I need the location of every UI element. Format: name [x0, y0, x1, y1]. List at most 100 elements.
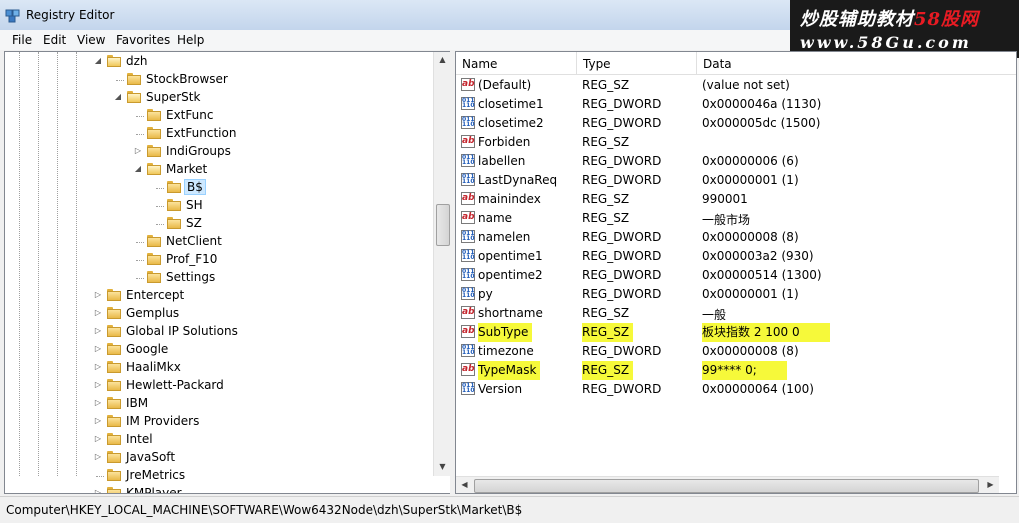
scroll-right-icon[interactable]: ▶	[982, 480, 999, 489]
tree-item[interactable]: JreMetrics	[5, 467, 430, 485]
expand-arrow-icon[interactable]: ▷	[93, 290, 103, 299]
value-name: (Default)	[478, 78, 532, 92]
scroll-thumb[interactable]	[436, 204, 450, 246]
values-horizontal-scrollbar[interactable]: ◀ ▶	[456, 476, 999, 493]
menu-file[interactable]: File	[12, 33, 32, 47]
scroll-left-icon[interactable]: ◀	[456, 480, 473, 489]
tree-item[interactable]: StockBrowser	[5, 71, 430, 89]
tree-item[interactable]: Settings	[5, 269, 430, 287]
folder-icon	[147, 127, 161, 139]
tree-item-label: JavaSoft	[126, 450, 176, 464]
menu-help[interactable]: Help	[177, 33, 204, 47]
value-name: namelen	[478, 230, 531, 244]
value-type: REG_SZ	[582, 78, 630, 92]
tree-connector	[156, 206, 164, 207]
tree-item[interactable]: ▷ Google	[5, 341, 430, 359]
tree-item[interactable]: ◢ Market	[5, 161, 430, 179]
tree-item[interactable]: ▷ Entercept	[5, 287, 430, 305]
tree-item-label: Global IP Solutions	[126, 324, 238, 338]
value-row[interactable]: ab shortname REG_SZ 一般	[456, 304, 1016, 323]
tree-item-label: HaaliMkx	[126, 360, 181, 374]
expand-arrow-icon[interactable]: ▷	[93, 416, 103, 425]
tree-item[interactable]: ▷ Hewlett-Packard	[5, 377, 430, 395]
tree-item[interactable]: Prof_F10	[5, 251, 430, 269]
value-row[interactable]: ab name REG_SZ 一般市场	[456, 209, 1016, 228]
pane-splitter[interactable]	[450, 51, 454, 494]
column-header-data[interactable]: Data	[697, 52, 1016, 75]
value-row[interactable]: 011 110 Version REG_DWORD 0x00000064 (100)	[456, 380, 1016, 399]
menu-edit[interactable]: Edit	[43, 33, 66, 47]
value-type: REG_DWORD	[582, 268, 662, 282]
expand-arrow-icon[interactable]: ▷	[93, 398, 103, 407]
value-row[interactable]: 011 110 namelen REG_DWORD 0x00000008 (8)	[456, 228, 1016, 247]
value-row[interactable]: ab mainindex REG_SZ 990001	[456, 190, 1016, 209]
collapse-arrow-icon[interactable]: ◢	[133, 164, 143, 173]
menu-view[interactable]: View	[77, 33, 105, 47]
folder-icon	[107, 487, 121, 493]
expand-arrow-icon[interactable]: ▷	[93, 380, 103, 389]
expand-arrow-icon[interactable]: ▷	[93, 308, 103, 317]
tree-item[interactable]: ▷ JavaSoft	[5, 449, 430, 467]
value-row[interactable]: 011 110 closetime2 REG_DWORD 0x000005dc (150…	[456, 114, 1016, 133]
value-data: 0x00000064 (100)	[702, 382, 814, 396]
column-header-type[interactable]: Type	[577, 52, 697, 75]
folder-icon	[107, 415, 121, 427]
value-row[interactable]: ab (Default) REG_SZ (value not set)	[456, 76, 1016, 95]
values-list[interactable]: Name Type Data ◀ ▶ ab (Default) REG_SZ (val…	[455, 51, 1017, 494]
value-row[interactable]: 011 110 labellen REG_DWORD 0x00000006 (6)	[456, 152, 1016, 171]
value-row[interactable]: 011 110 LastDynaReq REG_DWORD 0x00000001 (1)	[456, 171, 1016, 190]
tree-item[interactable]: ▷ Global IP Solutions	[5, 323, 430, 341]
expand-arrow-icon[interactable]: ▷	[93, 488, 103, 493]
value-row[interactable]: ab TypeMask REG_SZ 99**** 0;	[456, 361, 1016, 380]
expand-arrow-icon[interactable]: ▷	[133, 146, 143, 155]
expand-arrow-icon[interactable]: ▷	[93, 344, 103, 353]
expand-arrow-icon[interactable]: ▷	[93, 362, 103, 371]
tree-connector	[136, 260, 144, 261]
tree-item[interactable]: ◢ dzh	[5, 53, 430, 71]
value-type: REG_SZ	[582, 211, 630, 225]
value-row[interactable]: 011 110 timezone REG_DWORD 0x00000008 (8)	[456, 342, 1016, 361]
value-type: REG_SZ	[582, 306, 630, 320]
tree-connector	[136, 116, 144, 117]
reg-sz-icon: ab	[461, 363, 475, 376]
column-header-name[interactable]: Name	[456, 52, 577, 75]
value-name: name	[478, 211, 513, 225]
tree-vertical-scrollbar[interactable]: ▲ ▼	[433, 52, 450, 476]
tree-item-label: Settings	[166, 270, 216, 284]
expand-arrow-icon[interactable]: ▷	[93, 326, 103, 335]
tree-item[interactable]: NetClient	[5, 233, 430, 251]
expand-arrow-icon[interactable]: ▷	[93, 452, 103, 461]
scroll-up-icon[interactable]: ▲	[434, 55, 450, 64]
tree-item-label: dzh	[126, 54, 148, 68]
tree-item[interactable]: ▷ HaaliMkx	[5, 359, 430, 377]
scroll-down-icon[interactable]: ▼	[434, 462, 450, 471]
registry-tree[interactable]: ▲ ▼ ◢ dzh StockBrowser ◢ SuperStk ExtFunc ExtF…	[4, 51, 451, 494]
tree-item[interactable]: ▷ IM Providers	[5, 413, 430, 431]
value-row[interactable]: 011 110 opentime2 REG_DWORD 0x00000514 (1300…	[456, 266, 1016, 285]
value-row[interactable]: 011 110 closetime1 REG_DWORD 0x0000046a (113…	[456, 95, 1016, 114]
tree-item[interactable]: ▷ IndiGroups	[5, 143, 430, 161]
scroll-thumb[interactable]	[474, 479, 979, 493]
tree-item[interactable]: B$	[5, 179, 430, 197]
value-row[interactable]: 011 110 py REG_DWORD 0x00000001 (1)	[456, 285, 1016, 304]
tree-item[interactable]: SH	[5, 197, 430, 215]
collapse-arrow-icon[interactable]: ◢	[113, 92, 123, 101]
value-name: LastDynaReq	[478, 173, 558, 187]
reg-dword-icon: 011 110	[461, 287, 475, 300]
tree-item[interactable]: SZ	[5, 215, 430, 233]
collapse-arrow-icon[interactable]: ◢	[93, 56, 103, 65]
tree-item[interactable]: ▷ Gemplus	[5, 305, 430, 323]
value-row[interactable]: ab Forbiden REG_SZ	[456, 133, 1016, 152]
tree-item[interactable]: ◢ SuperStk	[5, 89, 430, 107]
menu-favorites[interactable]: Favorites	[116, 33, 170, 47]
tree-item[interactable]: ExtFunc	[5, 107, 430, 125]
expand-arrow-icon[interactable]: ▷	[93, 434, 103, 443]
value-row[interactable]: ab SubType REG_SZ 板块指数 2 100 0	[456, 323, 1016, 342]
tree-item[interactable]: ▷ KMPlayer	[5, 485, 430, 493]
tree-item[interactable]: ▷ Intel	[5, 431, 430, 449]
tree-item[interactable]: ▷ IBM	[5, 395, 430, 413]
tree-item[interactable]: ExtFunction	[5, 125, 430, 143]
folder-icon	[127, 91, 141, 103]
value-row[interactable]: 011 110 opentime1 REG_DWORD 0x000003a2 (930)	[456, 247, 1016, 266]
tree-item-label: Hewlett-Packard	[126, 378, 224, 392]
